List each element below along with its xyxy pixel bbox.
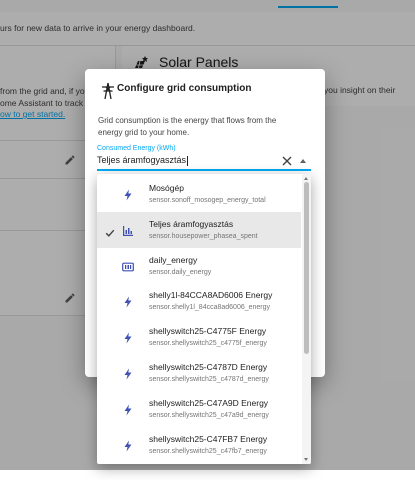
entity-option[interactable]: shellyswitch25-C4787D Energy sensor.shell…: [97, 355, 301, 391]
menu-up-icon[interactable]: [300, 159, 306, 163]
field-input[interactable]: Teljes áramfogyasztás: [97, 155, 189, 166]
entity-option[interactable]: Teljes áramfogyasztás sensor.housepower_p…: [97, 211, 301, 248]
check-icon: [105, 225, 115, 237]
page-bottom-band: [0, 470, 415, 480]
scroll-down-arrow-icon[interactable]: [304, 458, 308, 461]
scroll-up-arrow-icon[interactable]: [304, 177, 308, 180]
flash-icon: [122, 403, 134, 416]
field-value-text: Teljes áramfogyasztás: [97, 155, 187, 165]
entity-option[interactable]: Mosógép sensor.sonoff_mosogep_energy_tota…: [97, 176, 301, 212]
close-icon[interactable]: [281, 154, 293, 166]
field-label: Consumed Energy (kWh): [97, 145, 176, 152]
option-entity-id: sensor.daily_energy: [149, 268, 212, 276]
option-entity-id: sensor.sonoff_mosogep_energy_total: [149, 197, 266, 204]
option-entity-id: sensor.shellyswitch25_c47fb7_energy: [149, 447, 267, 455]
entity-option[interactable]: shellyswitch25-C47A9D Energy sensor.shell…: [97, 391, 301, 427]
option-name: shellyswitch25-C47A9D Energy: [149, 397, 269, 408]
chart-bar-icon: [122, 224, 134, 236]
dialog-description: Grid consumption is the energy that flow…: [98, 116, 277, 137]
flash-icon: [122, 367, 134, 380]
option-name: shellyswitch25-C4775F Energy: [149, 326, 267, 337]
flash-icon: [122, 331, 134, 344]
text-cursor: [187, 155, 189, 166]
option-name: shellyswitch25-C4787D Energy: [149, 362, 268, 372]
counter-icon: [122, 260, 134, 272]
option-name: shellyswitch25-C47FB7 Energy: [149, 433, 268, 444]
scrollbar[interactable]: [302, 174, 311, 464]
dialog-title: Configure grid consumption: [117, 83, 252, 94]
option-entity-id: sensor.shellyswitch25_c4775f_energy: [149, 340, 267, 348]
entity-option[interactable]: shellyswitch25-C47FB7 Energy sensor.shell…: [97, 427, 301, 463]
entity-option[interactable]: shelly1l-84CCA8AD6006 Energy sensor.shell…: [97, 283, 301, 319]
entity-listbox[interactable]: Mosógép sensor.sonoff_mosogep_energy_tota…: [97, 174, 311, 464]
field-underline: [97, 169, 311, 171]
option-entity-id: sensor.housepower_phasea_spent: [149, 232, 258, 240]
transmission-tower-icon: [101, 82, 115, 100]
scrollbar-thumb[interactable]: [304, 182, 309, 354]
flash-icon: [122, 295, 134, 308]
option-entity-id: sensor.shellyswitch25_c47a9d_energy: [149, 411, 269, 419]
entity-option[interactable]: daily_energy sensor.daily_energy: [97, 248, 301, 284]
consumed-energy-combobox[interactable]: Consumed Energy (kWh) Teljes áramfogyasz…: [97, 145, 311, 177]
option-entity-id: sensor.shellyswitch25_c4787d_energy: [149, 376, 269, 383]
flash-icon: [122, 439, 134, 452]
option-name: Teljes áramfogyasztás: [149, 218, 234, 229]
flash-icon: [122, 188, 134, 201]
option-name: Mosógép: [149, 183, 184, 193]
option-name: daily_energy: [149, 254, 198, 265]
option-name: shelly1l-84CCA8AD6006 Energy: [149, 290, 273, 301]
option-entity-id: sensor.shelly1l_84cca8ad6006_energy: [149, 304, 271, 312]
entity-option[interactable]: shellyswitch25-C4775F Energy sensor.shell…: [97, 319, 301, 355]
